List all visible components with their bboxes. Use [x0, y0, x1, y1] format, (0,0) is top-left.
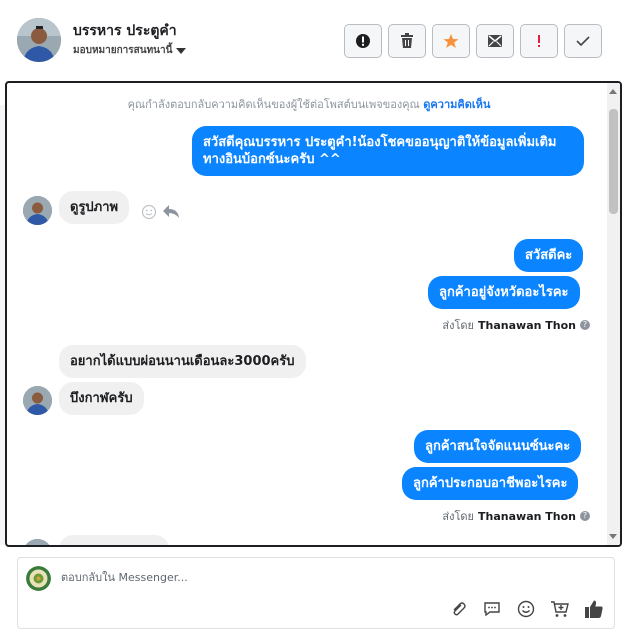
message-outgoing: ลูกค้าอยู่จังหวัดอะไรคะ — [428, 276, 580, 309]
scroll-up-icon[interactable] — [609, 89, 617, 94]
sent-by-label: ส่งโดย Thanawan Thon ? — [442, 507, 590, 525]
customer-avatar-small[interactable] — [23, 539, 52, 545]
chat-bubble-icon — [484, 602, 500, 617]
info-icon[interactable]: ? — [580, 320, 590, 330]
react-emoji-icon[interactable] — [141, 204, 157, 220]
reply-arrow-icon[interactable] — [162, 203, 180, 219]
sent-by-prefix: ส่งโดย — [442, 319, 475, 332]
message-incoming-partial — [59, 535, 169, 545]
attach-button[interactable] — [448, 599, 468, 619]
composer-tools — [448, 599, 604, 619]
emoji-button[interactable] — [516, 599, 536, 619]
customer-avatar-small[interactable] — [23, 196, 52, 225]
scroll-thumb[interactable] — [609, 109, 618, 214]
sender-name: Thanawan Thon — [478, 509, 576, 523]
reply-input[interactable] — [61, 571, 461, 584]
alert-circle-icon — [356, 34, 370, 48]
envelope-icon — [488, 35, 502, 47]
thumbs-up-icon — [585, 600, 603, 618]
send-like-button[interactable] — [584, 599, 604, 619]
message-outgoing: ลูกค้าประกอบอาชีพอะไรคะ — [402, 467, 579, 500]
alert-button[interactable] — [344, 24, 382, 58]
scroll-down-icon[interactable] — [609, 534, 617, 539]
cart-plus-icon — [551, 601, 569, 617]
customer-name: บรรหาร ประตูคำ — [73, 23, 177, 39]
conversation-toolbar — [344, 24, 602, 58]
message-incoming: อยากได้แบบผ่อนนานเดือนละ3000ครับ — [59, 345, 306, 378]
mark-unread-button[interactable] — [476, 24, 514, 58]
mark-done-button[interactable] — [564, 24, 602, 58]
comment-reply-notice: คุณกำลังตอบกลับความคิดเห็นของผู้ใช้ต่อโพ… — [7, 95, 611, 113]
exclamation-icon — [538, 35, 540, 47]
info-icon[interactable]: ? — [580, 511, 590, 521]
paperclip-icon — [453, 602, 466, 616]
assign-label: มอบหมายการสนทนานี้ — [73, 45, 173, 56]
checkmark-icon — [576, 36, 590, 47]
star-button[interactable] — [432, 24, 470, 58]
assign-conversation-dropdown[interactable]: มอบหมายการสนทนานี้ — [73, 43, 187, 58]
smiley-icon — [517, 600, 535, 618]
reply-composer[interactable] — [17, 557, 615, 629]
important-button[interactable] — [520, 24, 558, 58]
delete-button[interactable] — [388, 24, 426, 58]
page-logo — [26, 566, 51, 591]
caret-down-icon — [176, 47, 187, 54]
customer-avatar[interactable] — [17, 18, 61, 62]
sent-by-prefix: ส่งโดย — [442, 510, 475, 523]
trash-icon — [401, 33, 413, 48]
message-thread[interactable]: คุณกำลังตอบกลับความคิดเห็นของผู้ใช้ต่อโพ… — [5, 81, 622, 547]
view-comment-link[interactable]: ดูความคิดเห็น — [423, 98, 490, 111]
add-product-button[interactable] — [550, 599, 570, 619]
saved-replies-button[interactable] — [482, 599, 502, 619]
thread-scrollbar[interactable] — [607, 83, 620, 545]
message-incoming: ดูรูปภาพ — [59, 191, 130, 224]
message-outgoing: ลูกค้าสนใจจัดแนนซ์นะคะ — [414, 430, 582, 463]
notice-text: คุณกำลังตอบกลับความคิดเห็นของผู้ใช้ต่อโพ… — [127, 98, 424, 111]
conversation-header: บรรหาร ประตูคำ มอบหมายการสนทนานี้ — [0, 0, 622, 80]
sent-by-label: ส่งโดย Thanawan Thon ? — [442, 316, 590, 334]
message-outgoing: สวัสดีคุณบรรหาร ประตูคำ!น้องโชคขออนุญาติ… — [192, 126, 584, 176]
message-outgoing: สวัสดีคะ — [514, 239, 584, 272]
star-icon — [443, 34, 459, 48]
sender-name: Thanawan Thon — [478, 318, 576, 332]
customer-avatar-small[interactable] — [23, 386, 52, 415]
message-incoming: บึงกาฬครับ — [59, 382, 144, 415]
